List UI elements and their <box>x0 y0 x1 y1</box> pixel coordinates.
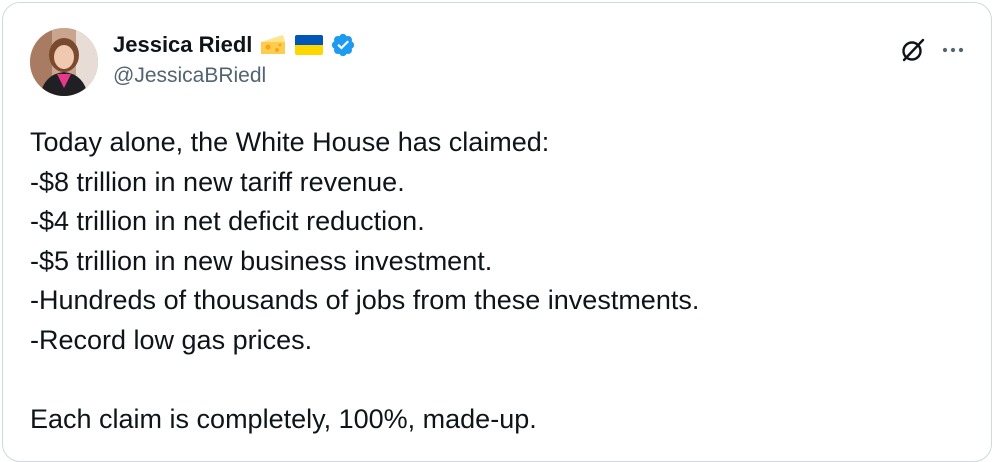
display-name[interactable]: Jessica Riedl <box>113 30 252 60</box>
name-row: Jessica Riedl <box>113 30 356 60</box>
tweet-text: Today alone, the White House has claimed… <box>30 123 960 439</box>
tweet-line: -Hundreds of thousands of jobs from thes… <box>30 285 700 315</box>
cheese-emoji-icon <box>259 33 287 57</box>
tweet-line: -$5 trillion in new business investment. <box>30 245 493 276</box>
tweet-actions <box>896 33 970 67</box>
tweet-line: Today alone, the White House has claimed… <box>30 127 550 157</box>
grok-icon <box>902 38 925 62</box>
ukraine-flag-icon <box>294 34 324 56</box>
avatar[interactable] <box>30 28 98 96</box>
verified-badge-icon[interactable] <box>330 32 356 58</box>
tweet-line: -$8 trillion in new tariff revenue. <box>30 166 405 197</box>
more-options-button[interactable] <box>936 33 970 67</box>
tweet-line: -Record low gas prices. <box>30 324 313 355</box>
tweet-card[interactable]: Jessica Riedl @JessicaBRiedl Today alone… <box>2 2 992 462</box>
more-horizontal-icon <box>942 47 964 53</box>
tweet-line: -$4 trillion in net deficit reduction. <box>30 206 425 236</box>
tweet-closing-line: Each claim is completely, 100%, made-up. <box>30 403 537 434</box>
tweet-header: Jessica Riedl @JessicaBRiedl <box>30 28 970 98</box>
author-handle[interactable]: @JessicaBRiedl <box>113 62 356 90</box>
author-identity: Jessica Riedl @JessicaBRiedl <box>113 30 356 90</box>
grok-button[interactable] <box>896 33 930 67</box>
avatar-image <box>30 28 98 96</box>
